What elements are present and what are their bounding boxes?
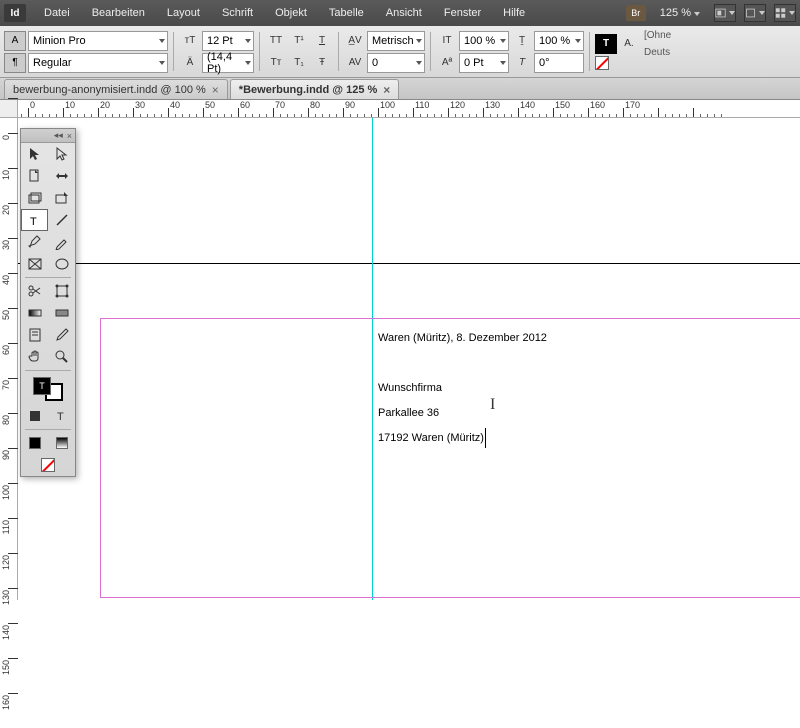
free-transform-tool[interactable] xyxy=(48,280,75,302)
font-size-combo[interactable]: 12 Pt xyxy=(202,31,254,51)
tab-bewerbung-anon[interactable]: bewerbung-anonymisiert.indd @ 100 %× xyxy=(4,79,228,99)
type-tool[interactable]: T xyxy=(21,209,48,231)
leading-combo[interactable]: (14,4 Pt) xyxy=(202,53,254,73)
selection-tool[interactable] xyxy=(21,143,48,165)
menu-datei[interactable]: Datei xyxy=(34,3,80,23)
app-icon: Id xyxy=(4,4,26,22)
close-icon[interactable]: × xyxy=(383,83,390,97)
hand-tool[interactable] xyxy=(21,346,48,368)
rectangle-frame-tool[interactable] xyxy=(21,253,48,275)
kerning-combo[interactable]: Metrisch xyxy=(367,31,425,51)
tracking-combo[interactable]: 0 xyxy=(367,53,425,73)
menubar: Id Datei Bearbeiten Layout Schrift Objek… xyxy=(0,0,800,26)
font-family-combo[interactable]: Minion Pro xyxy=(28,31,168,51)
document-canvas[interactable]: Waren (Müritz), 8. Dezember 2012 Wunschf… xyxy=(18,118,800,600)
close-icon[interactable]: × xyxy=(67,131,72,141)
menu-fenster[interactable]: Fenster xyxy=(434,3,491,23)
language-label: Deuts xyxy=(642,45,673,60)
pencil-tool[interactable] xyxy=(48,231,75,253)
svg-text:T: T xyxy=(30,216,37,228)
zoom-tool[interactable] xyxy=(48,346,75,368)
ibeam-cursor-icon: I xyxy=(490,396,495,414)
formatting-container-icon[interactable] xyxy=(21,405,48,427)
menu-bearbeiten[interactable]: Bearbeiten xyxy=(82,3,155,23)
menu-hilfe[interactable]: Hilfe xyxy=(493,3,535,23)
paragraph-mode-icon[interactable]: ¶ xyxy=(4,53,26,73)
control-panel: A ¶ Minion Pro Regular тT12 Pt Ä(14,4 Pt… xyxy=(0,26,800,78)
hscale-icon: Ṯ xyxy=(511,31,533,51)
tab-bewerbung[interactable]: *Bewerbung.indd @ 125 %× xyxy=(230,79,400,99)
apply-none-icon[interactable] xyxy=(35,454,62,476)
screen-mode-icon[interactable] xyxy=(744,4,766,22)
ellipse-tool[interactable] xyxy=(48,253,75,275)
content-collector-tool[interactable] xyxy=(21,187,48,209)
text-line-company: Wunschfirma xyxy=(378,376,547,401)
fill-color-icon[interactable]: T xyxy=(595,34,617,54)
text-line-date: Waren (Müritz), 8. Dezember 2012 xyxy=(378,326,547,351)
skew-icon: T xyxy=(511,53,533,73)
bridge-icon[interactable]: Br xyxy=(626,5,646,21)
gradient-feather-tool[interactable] xyxy=(48,302,75,324)
baseline-icon: Aª xyxy=(436,53,458,73)
panel-header[interactable]: ◂◂ × xyxy=(21,129,75,143)
collapse-icon[interactable]: ◂◂ xyxy=(54,130,63,141)
scissors-tool[interactable] xyxy=(21,280,48,302)
vertical-ruler[interactable]: 0102030405060708090100110120130140150160 xyxy=(0,118,18,600)
menu-layout[interactable]: Layout xyxy=(157,3,210,23)
stroke-none-icon[interactable] xyxy=(595,56,609,70)
superscript-icon[interactable]: T¹ xyxy=(288,31,310,51)
gradient-swatch-tool[interactable] xyxy=(21,302,48,324)
leading-icon: Ä xyxy=(179,53,201,73)
text-line-city: 17192 Waren (Müritz) xyxy=(378,426,547,451)
gap-tool[interactable] xyxy=(48,165,75,187)
tracking-icon: AV xyxy=(344,53,366,73)
menu-objekt[interactable]: Objekt xyxy=(265,3,317,23)
document-tabbar: bewerbung-anonymisiert.indd @ 100 %× *Be… xyxy=(0,78,800,100)
menu-schrift[interactable]: Schrift xyxy=(212,3,263,23)
strikethrough-icon[interactable]: Ŧ xyxy=(311,53,333,73)
close-icon[interactable]: × xyxy=(212,83,219,97)
font-style-combo[interactable]: Regular xyxy=(28,53,168,73)
charstyle-label: [Ohne xyxy=(642,28,673,43)
page-edge-top xyxy=(18,263,800,264)
apply-gradient-icon[interactable] xyxy=(48,432,75,454)
page-tool[interactable] xyxy=(21,165,48,187)
tools-panel[interactable]: ◂◂ × T xyxy=(20,128,76,477)
fill-stroke-swatch[interactable]: T xyxy=(33,377,63,401)
workspace: 0102030405060708090100110120130140150160… xyxy=(0,100,800,600)
zoom-level[interactable]: 125 % xyxy=(654,7,706,19)
pen-tool[interactable] xyxy=(21,231,48,253)
baseline-combo[interactable]: 0 Pt xyxy=(459,53,509,73)
view-mode-icon[interactable] xyxy=(714,4,736,22)
text-frame-content[interactable]: Waren (Müritz), 8. Dezember 2012 Wunschf… xyxy=(378,326,547,451)
arrange-icon[interactable] xyxy=(774,4,796,22)
font-size-icon: тT xyxy=(179,31,201,51)
text-line-street: Parkallee 36 xyxy=(378,401,547,426)
character-mode-icon[interactable]: A xyxy=(4,31,26,51)
vscale-icon: IT xyxy=(436,31,458,51)
menu-tabelle[interactable]: Tabelle xyxy=(319,3,374,23)
hscale-combo[interactable]: 100 % xyxy=(534,31,584,51)
menu-ansicht[interactable]: Ansicht xyxy=(376,3,432,23)
formatting-text-icon[interactable]: T xyxy=(48,405,75,427)
note-tool[interactable] xyxy=(21,324,48,346)
text-cursor xyxy=(485,428,486,448)
kerning-icon: A̲V xyxy=(344,31,366,51)
horizontal-ruler[interactable]: 0102030405060708090100110120130140150160… xyxy=(18,100,800,118)
skew-combo[interactable]: 0° xyxy=(534,53,584,73)
allcaps-icon[interactable]: TT xyxy=(265,31,287,51)
eyedropper-tool[interactable] xyxy=(48,324,75,346)
apply-color-icon[interactable] xyxy=(21,432,48,454)
charstyle-icon[interactable]: A. xyxy=(618,34,640,54)
smallcaps-icon[interactable]: Tт xyxy=(265,53,287,73)
svg-text:T: T xyxy=(57,411,64,423)
line-tool[interactable] xyxy=(48,209,75,231)
direct-selection-tool[interactable] xyxy=(48,143,75,165)
content-placer-tool[interactable] xyxy=(48,187,75,209)
underline-icon[interactable]: T xyxy=(311,31,333,51)
subscript-icon[interactable]: T₁ xyxy=(288,53,310,73)
vscale-combo[interactable]: 100 % xyxy=(459,31,509,51)
